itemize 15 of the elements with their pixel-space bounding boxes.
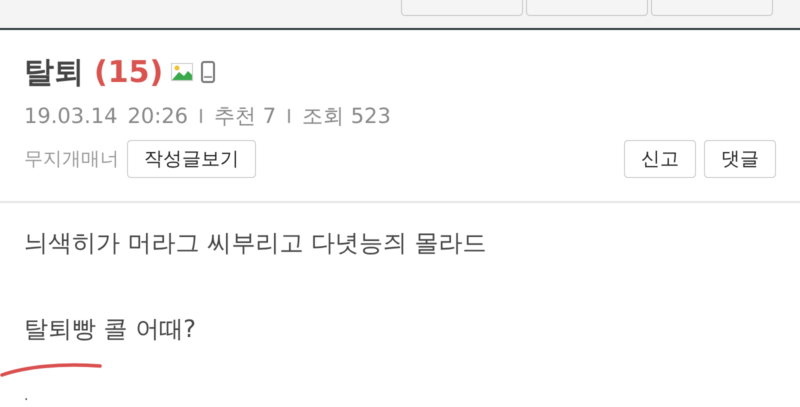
body-text: .: [24, 389, 30, 403]
recommend-count: 추천 7: [214, 103, 276, 130]
post-time: 20:26: [128, 104, 188, 128]
action-button[interactable]: 신고: [624, 140, 696, 178]
comment-count: (15): [94, 54, 164, 90]
toolbar-button[interactable]: [401, 0, 523, 16]
body-text: 탈퇴빵 콜 어때?: [24, 314, 197, 345]
post-date: 19.03.14: [24, 104, 118, 128]
body-text: 늬색히가 머라그 씨부리고 다녓능즤 몰라드: [24, 228, 488, 259]
toolbar-button[interactable]: [651, 0, 773, 16]
toolbar-button[interactable]: [526, 0, 648, 16]
view-posts-button[interactable]: 작성글보기: [127, 140, 256, 178]
action-button[interactable]: 댓글: [704, 140, 776, 178]
view-count: 조회 523: [302, 103, 391, 130]
post-title: 탈퇴: [24, 54, 84, 92]
